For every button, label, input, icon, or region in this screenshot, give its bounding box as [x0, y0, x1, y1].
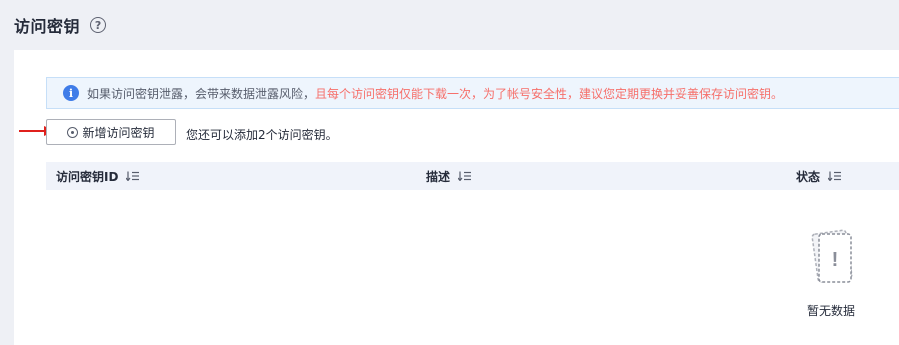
column-header-key-id[interactable]: 访问密钥ID [56, 162, 140, 190]
column-header-description[interactable]: 描述 [426, 162, 472, 190]
plus-circle-icon [67, 126, 79, 138]
empty-card-icon: ! [811, 229, 853, 283]
svg-text:!: ! [832, 249, 839, 271]
notice-warning-text: 且每个访问密钥仅能下载一次，为了帐号安全性，建议您定期更换并妥善保存访问密钥。 [315, 86, 784, 101]
add-access-key-button[interactable]: 新增访问密钥 [46, 119, 176, 145]
question-circle-icon[interactable]: ? [90, 17, 107, 33]
empty-state: ! 暂无数据 [791, 228, 871, 319]
column-label: 描述 [426, 169, 451, 184]
page-title: 访问密钥 [14, 17, 81, 36]
column-label: 访问密钥ID [56, 169, 119, 184]
sort-icon[interactable] [458, 171, 472, 181]
column-header-status[interactable]: 状态 [796, 162, 842, 190]
add-button-label: 新增访问密钥 [82, 125, 155, 140]
sort-icon[interactable] [828, 171, 842, 181]
quota-hint: 您还可以添加2个访问密钥。 [186, 128, 338, 142]
sort-icon[interactable] [126, 171, 140, 181]
column-label: 状态 [796, 169, 821, 184]
page-header: 访问密钥 ? [0, 0, 899, 50]
table-header: 访问密钥ID 描述 状态 [46, 162, 899, 190]
notice-normal-text: 如果访问密钥泄露，会带来数据泄露风险， [87, 86, 316, 101]
notice-banner: i 如果访问密钥泄露，会带来数据泄露风险， 且每个访问密钥仅能下载一次，为了帐号… [46, 77, 899, 109]
empty-text: 暂无数据 [806, 304, 855, 318]
info-icon: i [63, 85, 79, 101]
